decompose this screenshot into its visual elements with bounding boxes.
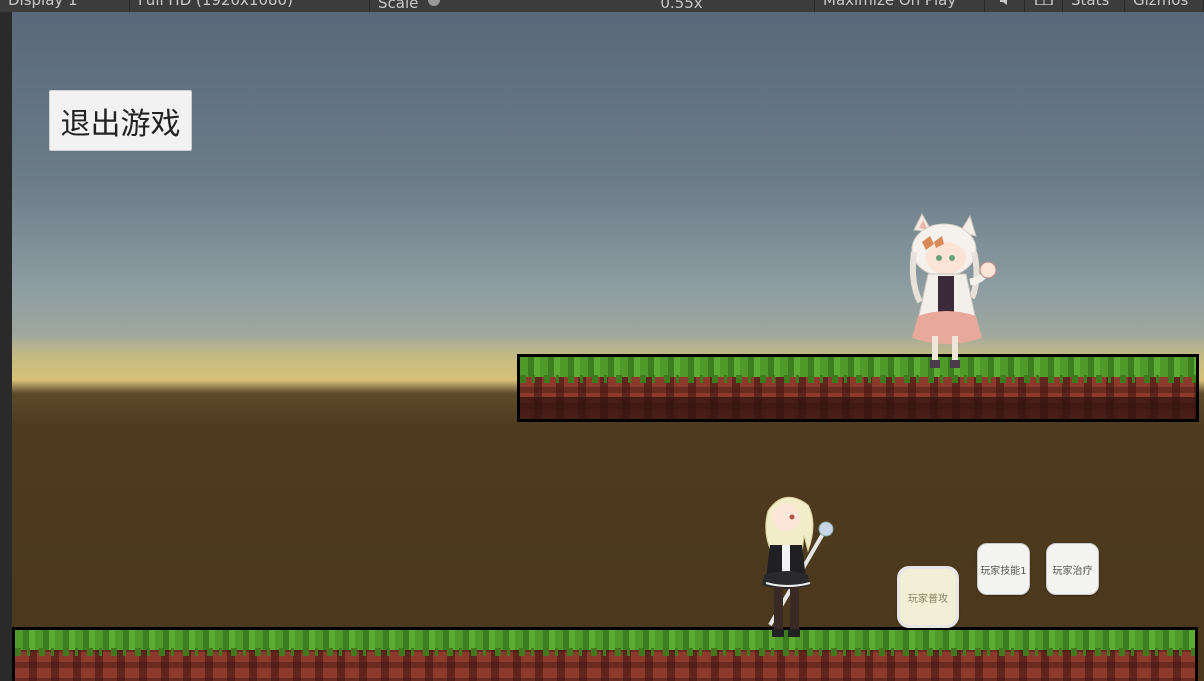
stats-toggle[interactable]: Stats bbox=[1063, 0, 1125, 12]
ground-platform bbox=[12, 627, 1198, 681]
maximize-on-play-toggle[interactable]: Maximize On Play bbox=[815, 0, 985, 12]
cat-ear-girl-character bbox=[909, 212, 997, 368]
grass-strip bbox=[520, 357, 1196, 377]
scale-slider[interactable]: Scale 0.55x bbox=[370, 0, 815, 12]
game-viewport: 退出游戏 玩家普攻 玩家技能1 玩家治疗 bbox=[12, 12, 1204, 681]
grass-strip bbox=[15, 630, 1195, 650]
layout-icon[interactable] bbox=[1025, 0, 1063, 12]
heal-skill-button[interactable]: 玩家治疗 bbox=[1046, 543, 1099, 595]
scale-label: Scale bbox=[378, 0, 419, 12]
display-dropdown[interactable]: Display 1 bbox=[0, 0, 130, 12]
speaker-icon[interactable] bbox=[985, 0, 1025, 12]
staff-mage-girl-character bbox=[762, 496, 834, 637]
attack-skill-button[interactable]: 玩家普攻 bbox=[897, 566, 959, 628]
scale-slider-knob[interactable] bbox=[428, 0, 441, 6]
resolution-dropdown[interactable]: Full HD (1920x1080) bbox=[130, 0, 370, 12]
gizmos-toggle[interactable]: Gizmos bbox=[1125, 0, 1204, 12]
scale-value: 0.55x bbox=[660, 0, 703, 12]
grass-edge bbox=[520, 375, 1196, 383]
upper-platform bbox=[517, 354, 1199, 422]
exit-game-button[interactable]: 退出游戏 bbox=[49, 90, 192, 151]
dirt-shadow bbox=[520, 397, 1196, 419]
skill-1-button[interactable]: 玩家技能1 bbox=[977, 543, 1030, 595]
grass-edge bbox=[15, 648, 1195, 656]
